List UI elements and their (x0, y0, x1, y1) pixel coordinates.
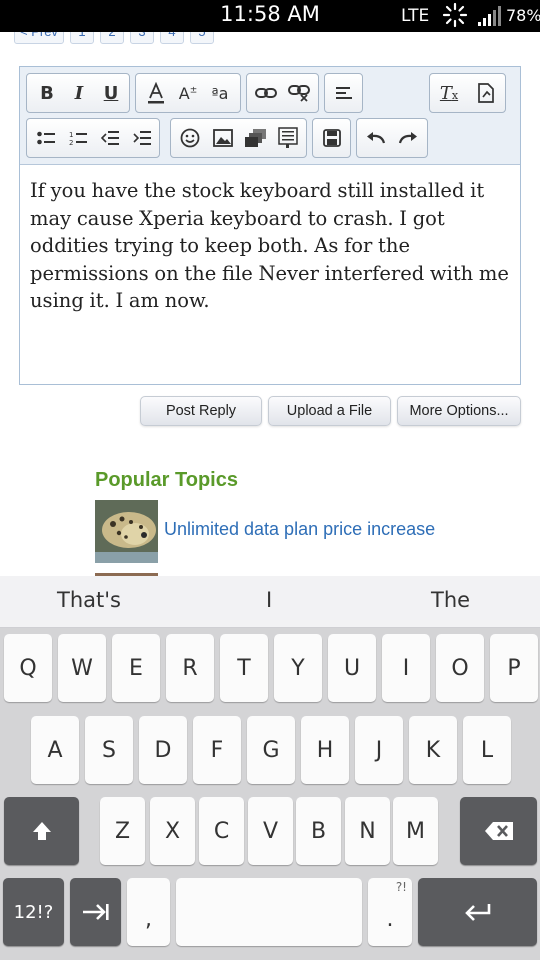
save-icon[interactable] (316, 119, 348, 157)
media-icon[interactable] (240, 119, 272, 157)
space-key[interactable] (176, 878, 362, 946)
period-label: . (386, 907, 394, 932)
topic-thumbnail[interactable] (95, 500, 158, 563)
status-bar: 11:58 AM LTE 78% (0, 0, 540, 32)
font-size-icon[interactable]: A± (172, 74, 204, 112)
key-t[interactable]: T (220, 634, 268, 702)
shift-icon (32, 822, 51, 840)
period-key[interactable]: . ?! (368, 878, 412, 946)
key-m[interactable]: M (393, 797, 438, 865)
key-x[interactable]: X (150, 797, 195, 865)
bold-icon[interactable]: B (31, 74, 63, 112)
period-alt-label: ?! (395, 880, 407, 894)
enter-key[interactable] (418, 878, 537, 946)
page-link[interactable]: 4 (159, 32, 184, 44)
more-options-button[interactable]: More Options... (397, 396, 521, 426)
insert-group (170, 118, 307, 158)
key-w[interactable]: W (58, 634, 106, 702)
undo-icon[interactable] (360, 119, 392, 157)
comma-key[interactable]: , (127, 878, 170, 946)
key-f[interactable]: F (193, 716, 241, 784)
key-b[interactable]: B (296, 797, 341, 865)
indent-icon[interactable] (126, 119, 158, 157)
backspace-key[interactable] (460, 797, 537, 865)
key-k[interactable]: K (409, 716, 457, 784)
suggestion-item[interactable]: That's (57, 588, 121, 612)
suggestion-item[interactable]: I (266, 588, 272, 612)
page-link[interactable]: 1 (69, 32, 94, 44)
underline-icon[interactable]: U (95, 74, 127, 112)
key-z[interactable]: Z (100, 797, 145, 865)
source-icon[interactable] (470, 74, 502, 112)
post-reply-button[interactable]: Post Reply (140, 396, 262, 426)
redo-icon[interactable] (392, 119, 424, 157)
key-n[interactable]: N (345, 797, 390, 865)
key-h[interactable]: H (301, 716, 349, 784)
suggestion-bar: That's I The (0, 576, 540, 628)
page-link[interactable]: 2 (99, 32, 124, 44)
key-e[interactable]: E (112, 634, 160, 702)
outdent-icon[interactable] (94, 119, 126, 157)
enter-icon (464, 904, 490, 921)
reply-editor: B I U A± ªa Tx 1 2 If you have the stock… (19, 66, 521, 385)
soft-keyboard: That's I The Q W E R T Y U I O P A S D F… (0, 576, 540, 960)
format-group: Tx (429, 73, 506, 113)
key-o[interactable]: O (436, 634, 484, 702)
align-group (324, 73, 363, 113)
code-icon[interactable] (272, 119, 304, 157)
page-link[interactable]: 3 (129, 32, 154, 44)
symbols-key[interactable]: 12!? (3, 878, 64, 946)
tab-key[interactable] (70, 878, 121, 946)
key-s[interactable]: S (85, 716, 133, 784)
key-d[interactable]: D (139, 716, 187, 784)
key-j[interactable]: J (355, 716, 403, 784)
history-group (356, 118, 428, 158)
popular-topics-heading: Popular Topics (95, 469, 238, 491)
topic-link[interactable]: Unlimited data plan price increase (164, 519, 435, 540)
network-type: LTE (401, 6, 430, 26)
page-link[interactable]: 5 (189, 32, 214, 44)
link-group (246, 73, 319, 113)
prev-page-link[interactable]: < Prev (14, 32, 64, 44)
key-u[interactable]: U (328, 634, 376, 702)
bullet-list-icon[interactable] (30, 119, 62, 157)
shift-key[interactable] (4, 797, 79, 865)
suggestion-item[interactable]: The (431, 588, 470, 612)
data-activity-icon (442, 2, 468, 33)
text-style-group: B I U (26, 73, 130, 113)
font-group: A± ªa (135, 73, 241, 113)
key-r[interactable]: R (166, 634, 214, 702)
unlink-icon[interactable] (283, 74, 315, 112)
key-i[interactable]: I (382, 634, 430, 702)
key-g[interactable]: G (247, 716, 295, 784)
key-q[interactable]: Q (4, 634, 52, 702)
smiley-icon[interactable] (174, 119, 206, 157)
align-icon[interactable] (328, 74, 360, 112)
numbered-list-icon[interactable]: 12 (62, 119, 94, 157)
italic-icon[interactable]: I (63, 74, 95, 112)
key-a[interactable]: A (31, 716, 79, 784)
battery-level: 78% (506, 6, 540, 25)
font-case-icon[interactable]: ªa (204, 74, 236, 112)
font-color-icon[interactable] (140, 74, 172, 112)
link-icon[interactable] (250, 74, 282, 112)
svg-text:2: 2 (69, 139, 73, 146)
save-group (312, 118, 351, 158)
list-group: 12 (26, 118, 160, 158)
editor-content[interactable]: If you have the stock keyboard still ins… (30, 177, 516, 315)
signal-icon (478, 6, 502, 31)
pagination: < Prev 1 2 3 4 5 (14, 32, 214, 44)
key-l[interactable]: L (463, 716, 511, 784)
key-y[interactable]: Y (274, 634, 322, 702)
key-p[interactable]: P (490, 634, 538, 702)
key-c[interactable]: C (199, 797, 244, 865)
clear-format-icon[interactable]: Tx (433, 74, 465, 112)
backspace-icon (484, 822, 513, 840)
svg-text:1: 1 (69, 131, 73, 139)
key-v[interactable]: V (248, 797, 293, 865)
editor-toolbar: B I U A± ªa Tx 1 2 (20, 67, 520, 165)
tab-icon (82, 904, 109, 920)
image-icon[interactable] (207, 119, 239, 157)
upload-file-button[interactable]: Upload a File (268, 396, 391, 426)
